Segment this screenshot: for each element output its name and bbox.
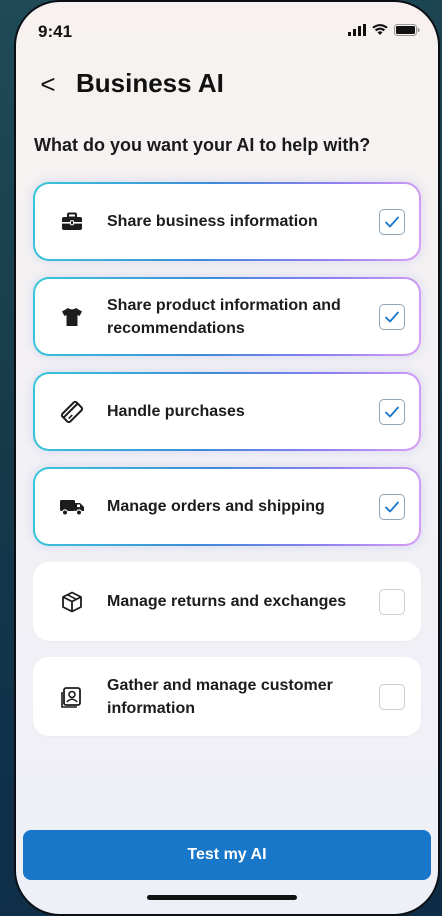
checkmark-icon [385,406,399,417]
option-label: Handle purchases [107,403,245,420]
page-title: Business AI [76,68,224,98]
truck-icon [59,494,85,520]
option-checkbox[interactable] [379,683,405,710]
option-checkbox[interactable] [379,493,405,520]
checkmark-icon [385,216,399,227]
battery-icon [394,24,420,36]
checkmark-icon [385,501,399,512]
briefcase-icon [59,209,85,235]
home-indicator [147,895,297,900]
credit-card-icon [59,399,85,425]
phone-screen: 9:41 < Business AI What do you want your… [16,2,438,914]
option-manage-orders[interactable]: Manage orders and shipping [33,467,421,546]
option-gather-customer-info[interactable]: Gather and manage customer information [33,657,421,736]
status-bar: 9:41 [16,2,438,62]
status-icons [348,24,420,36]
option-checkbox[interactable] [379,398,405,425]
status-time: 9:41 [38,22,73,41]
option-share-business-info[interactable]: Share business information [33,182,421,261]
test-my-ai-button[interactable]: Test my AI [23,830,431,880]
option-share-product-info[interactable]: Share product information and recommenda… [33,277,421,356]
tshirt-icon [59,304,85,330]
back-icon[interactable]: < [38,71,58,97]
question-heading: What do you want your AI to help with? [34,135,371,155]
signal-icon [348,24,366,36]
wifi-icon [372,24,388,35]
option-label: Share product information and recommenda… [107,296,341,337]
checkmark-icon [385,311,399,322]
option-label: Gather and manage customer information [107,676,333,717]
contact-card-icon [59,684,85,710]
option-checkbox[interactable] [379,303,405,330]
option-manage-returns[interactable]: Manage returns and exchanges [33,562,421,641]
option-label: Manage orders and shipping [107,498,325,515]
option-checkbox[interactable] [379,588,405,615]
option-label: Manage returns and exchanges [107,593,347,610]
box-icon [59,589,85,615]
option-handle-purchases[interactable]: Handle purchases [33,372,421,451]
option-label: Share business information [107,213,318,230]
header: < Business AI [38,68,224,99]
options-list: Share business information Share product… [33,182,421,752]
option-checkbox[interactable] [379,208,405,235]
